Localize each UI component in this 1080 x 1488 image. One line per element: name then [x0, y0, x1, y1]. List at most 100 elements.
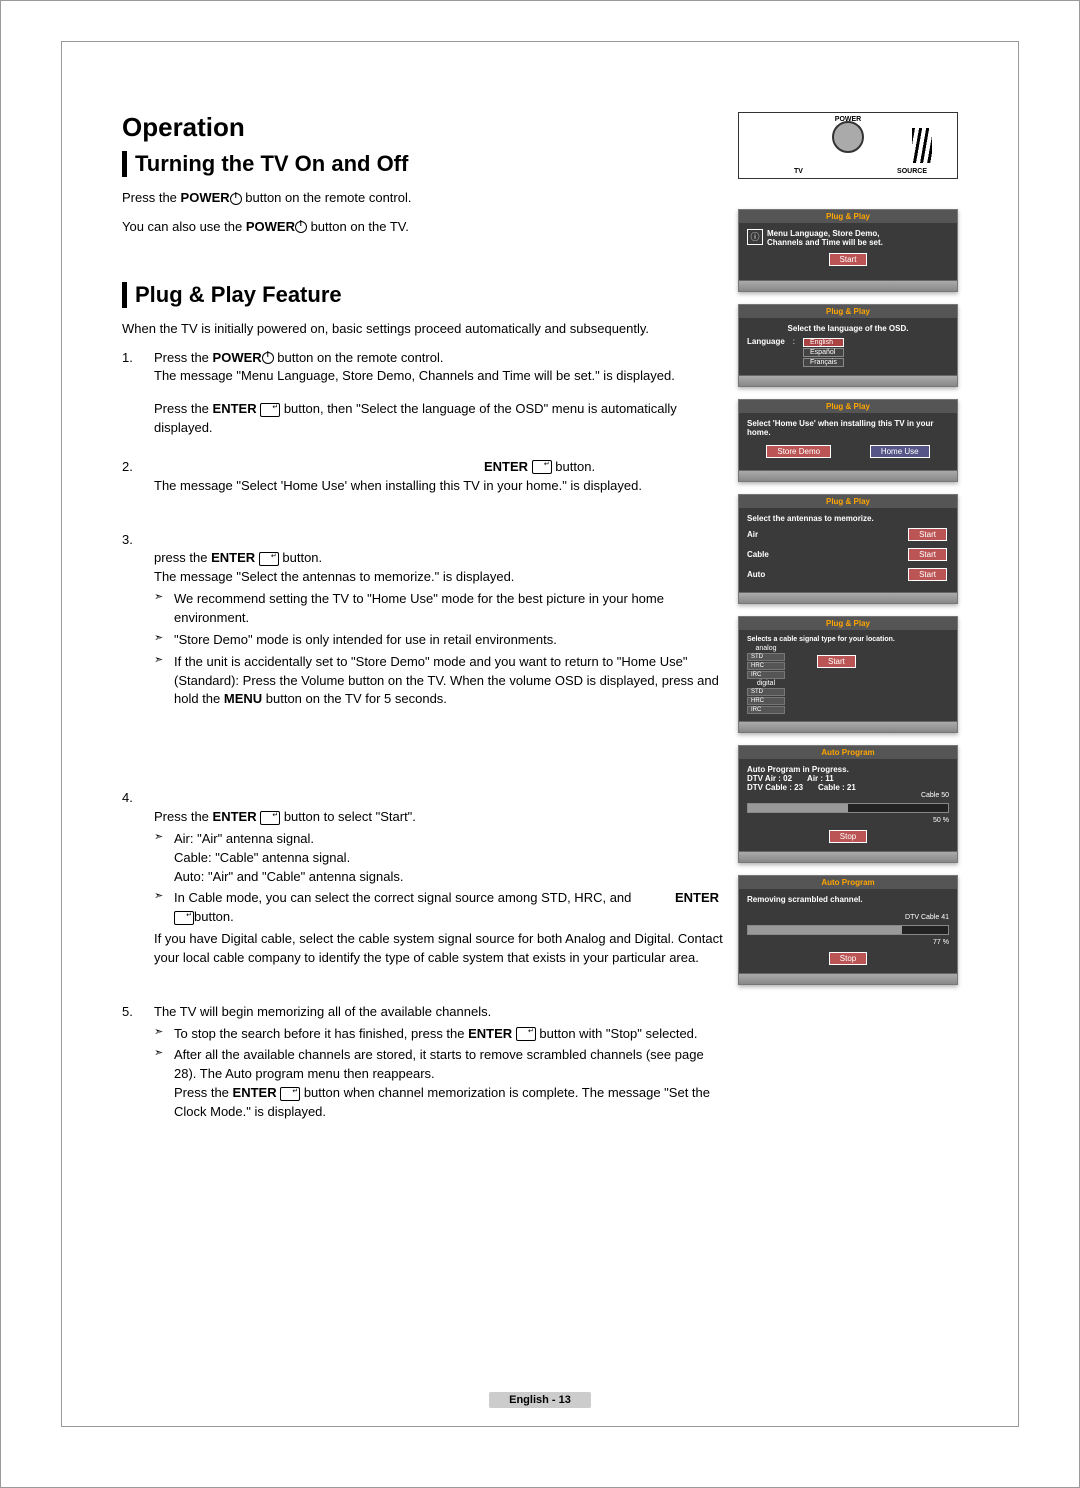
t: DTV Cable : 23	[747, 783, 803, 792]
osd-2: Plug & Play Select the language of the O…	[738, 304, 958, 387]
start-btn: Start	[908, 568, 947, 581]
osd-7: Auto Program Removing scrambled channel.…	[738, 875, 958, 985]
note: To stop the search before it has finishe…	[154, 1025, 723, 1044]
sig: IRC	[747, 706, 785, 714]
sig: HRC	[747, 662, 785, 670]
intro-block: Press the POWER button on the remote con…	[122, 189, 723, 237]
intro-1c: button on the remote control.	[242, 190, 412, 205]
t: button.	[552, 459, 595, 474]
osd-1: Plug & Play ⓘMenu Language, Store Demo, …	[738, 209, 958, 292]
page-footer: English - 13	[62, 1394, 1018, 1406]
sig: STD	[747, 653, 785, 661]
step-3: press the ENTER button. The message "Sel…	[122, 531, 723, 710]
intro-1b: POWER	[181, 190, 230, 205]
footer-text: English - 13	[489, 1392, 591, 1408]
t: The message "Select the antennas to memo…	[154, 569, 514, 584]
t: Cable : 21	[818, 783, 856, 792]
note: "Store Demo" mode is only intended for u…	[154, 631, 723, 650]
remote-diagram: POWER TV SOURCE	[738, 112, 958, 179]
note: If the unit is accidentally set to "Stor…	[154, 653, 723, 710]
osd-title: Auto Program	[739, 876, 957, 889]
t: button to select "Start".	[280, 809, 416, 824]
sig: HRC	[747, 697, 785, 705]
t: ENTER	[233, 1085, 277, 1100]
osd-msg: Select the language of the OSD.	[747, 324, 949, 333]
t: ENTER	[213, 809, 257, 824]
enter-icon	[260, 403, 280, 417]
label-source: SOURCE	[897, 168, 927, 175]
lang-opt: Español	[803, 348, 844, 357]
t: button on the remote control.	[274, 350, 444, 365]
t: ENTER	[484, 459, 528, 474]
plug-intro: When the TV is initially powered on, bas…	[122, 320, 723, 339]
osd-5: Plug & Play Selects a cable signal type …	[738, 616, 958, 733]
t: Air : 11	[807, 774, 834, 783]
osd-title: Plug & Play	[739, 305, 957, 318]
lang-opt: Français	[803, 358, 844, 367]
heading-plug: Plug & Play Feature	[122, 282, 723, 308]
step-2: ENTER button. The message "Select 'Home …	[122, 458, 723, 496]
t: press the	[154, 550, 211, 565]
sig: STD	[747, 688, 785, 696]
heading-operation: Operation	[122, 112, 723, 143]
t: ENTER	[213, 401, 257, 416]
note: In Cable mode, you can select the correc…	[154, 889, 723, 927]
power-icon	[262, 352, 274, 364]
power-icon	[295, 221, 307, 233]
enter-icon	[516, 1027, 536, 1041]
t: DTV Cable 41	[747, 914, 949, 921]
analog-label: analog	[747, 645, 785, 652]
t: If you have Digital cable, select the ca…	[154, 931, 723, 965]
t: button with "Stop" selected.	[536, 1026, 698, 1041]
t: DTV Air : 02	[747, 774, 792, 783]
osd-title: Plug & Play	[739, 400, 957, 413]
intro-2a: You can also use the	[122, 219, 246, 234]
t: MENU	[224, 691, 262, 706]
start-btn: Start	[908, 528, 947, 541]
osd-msg: Menu Language, Store Demo, Channels and …	[767, 229, 917, 247]
t: Press the	[154, 350, 213, 365]
enter-icon	[280, 1087, 300, 1101]
lang-label: Language	[747, 337, 785, 346]
t: In Cable mode, you can select the correc…	[174, 890, 635, 905]
step-5: The TV will begin memorizing all of the …	[122, 1003, 723, 1122]
note: We recommend setting the TV to "Home Use…	[154, 590, 723, 628]
step-4: Press the ENTER button to select "Start"…	[122, 789, 723, 968]
start-btn: Start	[817, 655, 856, 668]
t: button on the TV for 5 seconds.	[262, 691, 447, 706]
home-use-btn: Home Use	[870, 445, 930, 458]
heading-turning: Turning the TV On and Off	[122, 151, 723, 177]
ant-label: Air	[747, 530, 758, 539]
digital-label: digital	[747, 680, 785, 687]
sig: IRC	[747, 671, 785, 679]
power-button-graphic	[832, 121, 864, 153]
store-demo-btn: Store Demo	[766, 445, 831, 458]
t: The message "Select 'Home Use' when inst…	[154, 478, 642, 493]
t: Cable 50	[747, 792, 949, 799]
t: Press the	[154, 809, 213, 824]
start-btn: Start	[908, 548, 947, 561]
lang-opt: English	[803, 338, 844, 347]
osd-start-btn: Start	[829, 253, 868, 266]
intro-1a: Press the	[122, 190, 181, 205]
enter-icon	[260, 811, 280, 825]
osd-msg: Selects a cable signal type for your loc…	[747, 636, 949, 643]
osd-msg: Removing scrambled channel.	[747, 895, 949, 904]
osd-msg: Select the antennas to memorize.	[747, 514, 949, 523]
note: Air: "Air" antenna signal. Cable: "Cable…	[154, 830, 723, 887]
stop-btn: Stop	[829, 830, 867, 843]
osd-4: Plug & Play Select the antennas to memor…	[738, 494, 958, 604]
t: button.	[279, 550, 322, 565]
t: 77 %	[747, 939, 949, 946]
t: The TV will begin memorizing all of the …	[154, 1004, 491, 1019]
osd-msg: Select 'Home Use' when installing this T…	[747, 419, 949, 437]
ant-label: Auto	[747, 570, 765, 579]
intro-2c: button on the TV.	[307, 219, 409, 234]
enter-icon	[532, 460, 552, 474]
stop-btn: Stop	[829, 952, 867, 965]
stripes	[912, 128, 932, 163]
t: button.	[194, 909, 234, 924]
t: ENTER	[675, 890, 719, 905]
osd-title: Plug & Play	[739, 210, 957, 223]
note: After all the available channels are sto…	[154, 1046, 723, 1121]
